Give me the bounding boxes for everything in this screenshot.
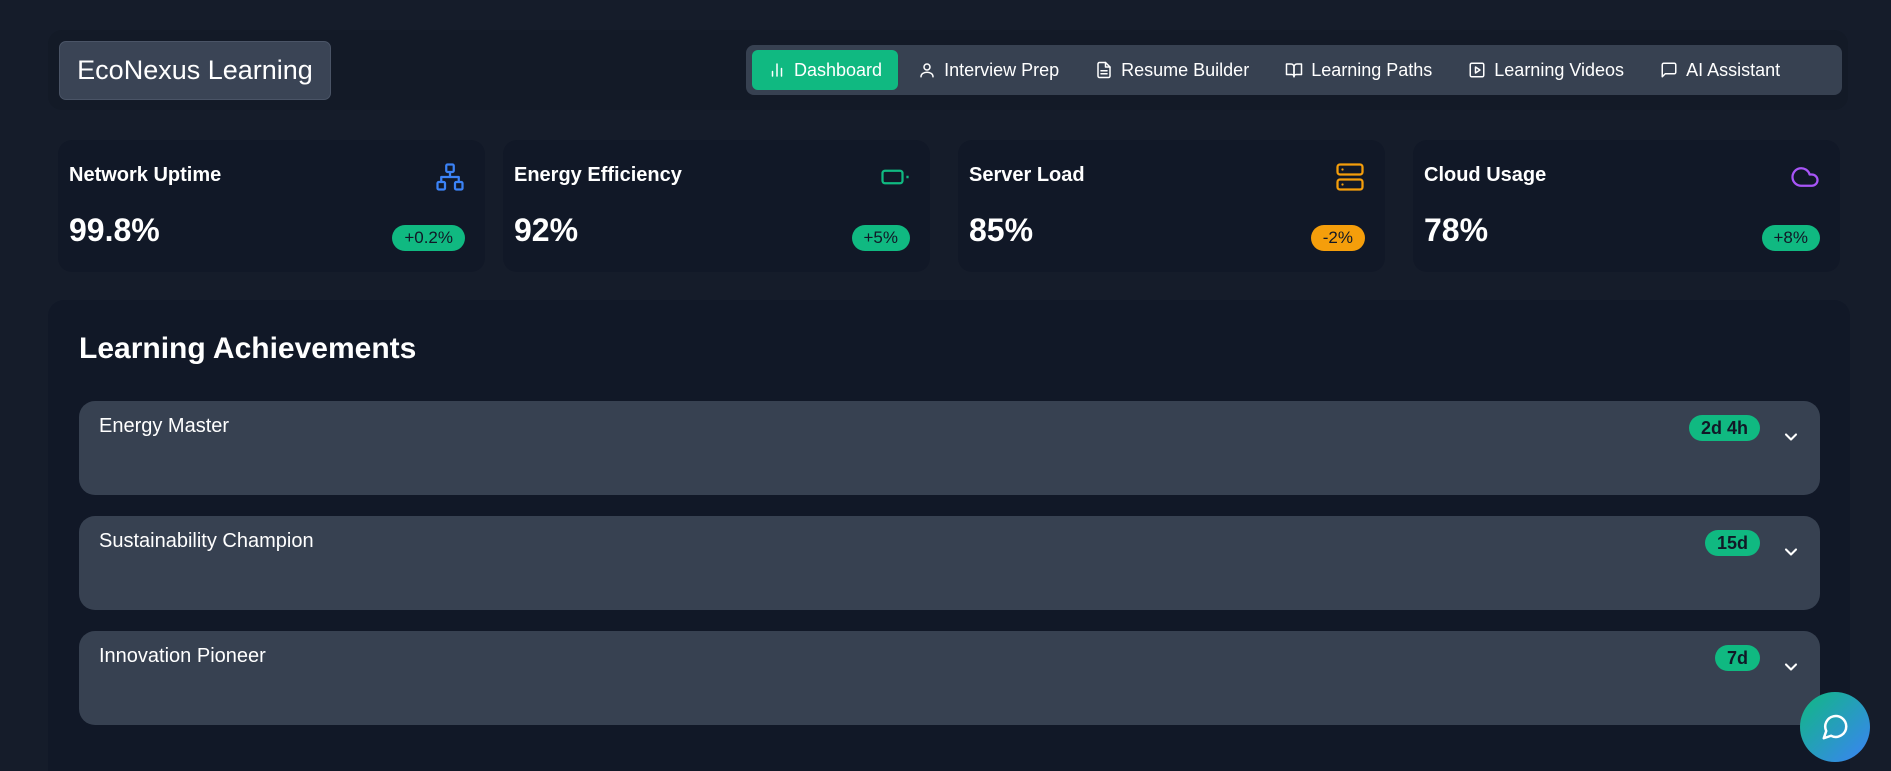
page: EcoNexus Learning Dashboard Interview Pr… [0,0,1891,771]
achievement-name: Sustainability Champion [99,530,314,552]
stat-card-cloud-usage: Cloud Usage 78% +8% [1413,140,1840,272]
achievement-time-badge: 7d [1714,645,1760,671]
nav-label: Learning Videos [1494,59,1625,80]
chat-fab-button[interactable] [1800,692,1870,762]
achievements-panel: Learning Achievements Energy Master 2d 4… [48,300,1850,771]
achievement-item[interactable]: Energy Master 2d 4h [79,401,1820,495]
nav-label: Dashboard [794,59,883,80]
stat-change-badge: +0.2% [392,225,465,251]
section-title: Learning Achievements [79,332,417,365]
main-nav: Dashboard Interview Prep Resume Builder … [746,45,1842,95]
stat-value: 85% [969,212,1034,248]
chevron-down-icon[interactable] [1781,657,1801,677]
nav-ai-assistant[interactable]: AI Assistant [1644,50,1796,90]
stat-title: Energy Efficiency [514,164,682,186]
file-text-icon [1097,61,1111,79]
achievement-name: Energy Master [99,415,230,437]
achievement-time-badge: 2d 4h [1688,415,1760,441]
achievement-item[interactable]: Innovation Pioneer 7d [79,631,1820,725]
stat-title: Server Load [969,164,1085,186]
nav-interview-prep[interactable]: Interview Prep [902,50,1075,90]
play-square-icon [1469,62,1485,78]
message-square-icon [1661,62,1677,78]
chevron-down-icon[interactable] [1781,542,1801,562]
achievement-time-badge: 15d [1704,530,1760,556]
stat-card-energy-efficiency: Energy Efficiency 92% +5% [503,140,930,272]
nav-label: Resume Builder [1121,59,1250,80]
nav-resume-builder[interactable]: Resume Builder [1079,50,1265,90]
stat-change-badge: -2% [1310,225,1365,251]
achievement-name: Innovation Pioneer [99,645,266,667]
chevron-down-icon[interactable] [1781,427,1801,447]
stat-title: Network Uptime [69,164,222,186]
book-open-icon [1285,63,1303,78]
stat-card-server-load: Server Load 85% -2% [958,140,1385,272]
user-icon [920,63,934,78]
stat-change-badge: +5% [851,225,910,251]
nav-label: Learning Paths [1311,59,1433,80]
server-icon [1336,163,1364,191]
nav-learning-paths[interactable]: Learning Paths [1269,50,1448,90]
stat-value: 92% [514,212,579,248]
stats-row: Network Uptime 99.8% +0.2% Energy Effici… [58,140,1848,272]
network-icon [436,163,464,191]
top-header: EcoNexus Learning Dashboard Interview Pr… [48,30,1848,110]
nav-label: Interview Prep [944,59,1060,80]
nav-label: AI Assistant [1686,59,1781,80]
battery-icon [881,169,909,185]
nav-dashboard[interactable]: Dashboard [752,50,899,90]
stat-title: Cloud Usage [1424,164,1547,186]
stat-value: 78% [1424,212,1489,248]
stat-value: 99.8% [69,212,160,248]
chat-icon [1822,714,1848,740]
stat-change-badge: +8% [1761,225,1820,251]
brand-logo[interactable]: EcoNexus Learning [59,41,331,100]
cloud-icon [1791,167,1819,187]
stat-card-network-uptime: Network Uptime 99.8% +0.2% [58,140,485,272]
bar-chart-icon [771,63,783,77]
nav-learning-videos[interactable]: Learning Videos [1452,50,1640,90]
achievement-item[interactable]: Sustainability Champion 15d [79,516,1820,610]
